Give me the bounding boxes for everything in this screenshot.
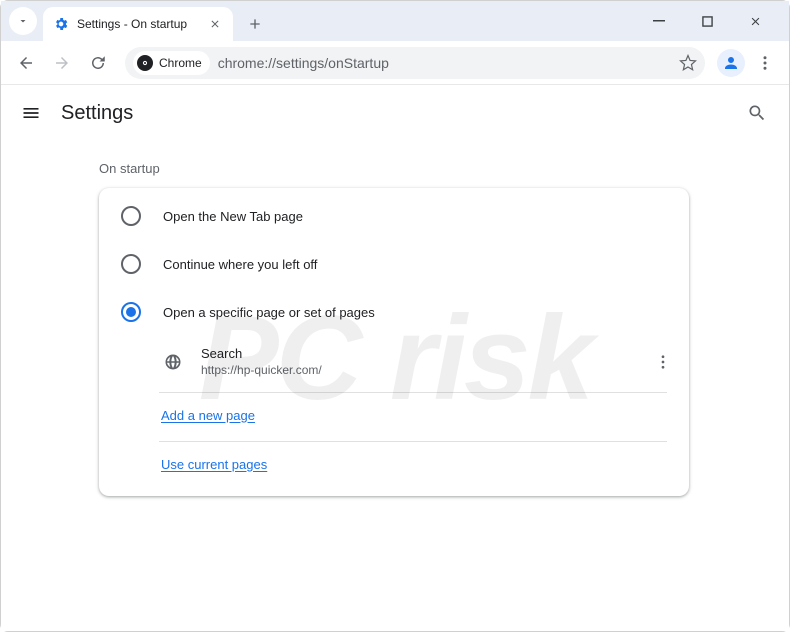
chrome-icon: [137, 55, 153, 71]
hamburger-icon: [21, 103, 41, 123]
more-vertical-icon: [756, 54, 774, 72]
settings-page: Settings On startup Open the New Tab pag…: [1, 85, 789, 631]
radio-button[interactable]: [121, 206, 141, 226]
page-title: Settings: [61, 102, 133, 125]
url-input[interactable]: [218, 55, 673, 71]
on-startup-section: On startup Open the New Tab page Continu…: [1, 141, 789, 496]
chevron-down-icon: [17, 15, 29, 27]
plus-icon: [247, 16, 263, 32]
startup-page-menu-button[interactable]: [651, 350, 675, 374]
radio-button[interactable]: [121, 302, 141, 322]
add-page-link[interactable]: Add a new page: [161, 408, 255, 423]
forward-button[interactable]: [47, 48, 77, 78]
window-close-button[interactable]: [741, 7, 769, 35]
use-current-row: Use current pages: [99, 442, 689, 486]
address-bar[interactable]: Chrome: [125, 47, 705, 79]
gear-icon: [53, 16, 69, 32]
section-title: On startup: [99, 161, 789, 176]
startup-option-continue[interactable]: Continue where you left off: [99, 240, 689, 288]
browser-window: Settings - On startup: [0, 0, 790, 632]
radio-button[interactable]: [121, 254, 141, 274]
tab-strip: Settings - On startup: [1, 1, 789, 41]
reload-icon: [89, 54, 107, 72]
window-minimize-button[interactable]: [645, 7, 673, 35]
option-label: Open a specific page or set of pages: [163, 305, 375, 320]
arrow-left-icon: [17, 54, 35, 72]
arrow-right-icon: [53, 54, 71, 72]
browser-tab[interactable]: Settings - On startup: [43, 7, 233, 41]
startup-page-row: Search https://hp-quicker.com/: [159, 336, 689, 388]
maximize-icon: [702, 16, 713, 27]
option-label: Open the New Tab page: [163, 209, 303, 224]
window-controls: [645, 7, 781, 41]
browser-toolbar: Chrome: [1, 41, 789, 85]
site-chip-label: Chrome: [159, 56, 202, 70]
use-current-link[interactable]: Use current pages: [161, 457, 267, 472]
startup-page-name: Search: [201, 346, 651, 363]
menu-button[interactable]: [19, 101, 43, 125]
tab-search-button[interactable]: [9, 7, 37, 35]
startup-option-specific[interactable]: Open a specific page or set of pages: [99, 288, 689, 336]
person-icon: [722, 54, 740, 72]
profile-button[interactable]: [717, 49, 745, 77]
site-chip[interactable]: Chrome: [133, 51, 210, 75]
new-tab-button[interactable]: [241, 10, 269, 38]
settings-search-button[interactable]: [743, 99, 771, 127]
startup-pages-list: Search https://hp-quicker.com/: [99, 336, 689, 388]
globe-icon: [163, 352, 183, 372]
startup-page-info: Search https://hp-quicker.com/: [201, 346, 651, 378]
browser-menu-button[interactable]: [751, 49, 779, 77]
back-button[interactable]: [11, 48, 41, 78]
search-icon: [747, 103, 767, 123]
startup-option-newtab[interactable]: Open the New Tab page: [99, 192, 689, 240]
tab-title: Settings - On startup: [77, 17, 207, 31]
close-icon: [209, 18, 221, 30]
close-icon: [749, 15, 762, 28]
star-icon: [679, 54, 697, 72]
reload-button[interactable]: [83, 48, 113, 78]
startup-page-url: https://hp-quicker.com/: [201, 363, 651, 379]
settings-appbar: Settings: [1, 85, 789, 141]
option-label: Continue where you left off: [163, 257, 317, 272]
startup-card: Open the New Tab page Continue where you…: [99, 188, 689, 496]
add-page-row: Add a new page: [99, 393, 689, 437]
more-vertical-icon: [654, 353, 672, 371]
minimize-icon: [653, 15, 665, 27]
bookmark-button[interactable]: [679, 54, 697, 72]
window-maximize-button[interactable]: [693, 7, 721, 35]
tab-close-button[interactable]: [207, 16, 223, 32]
